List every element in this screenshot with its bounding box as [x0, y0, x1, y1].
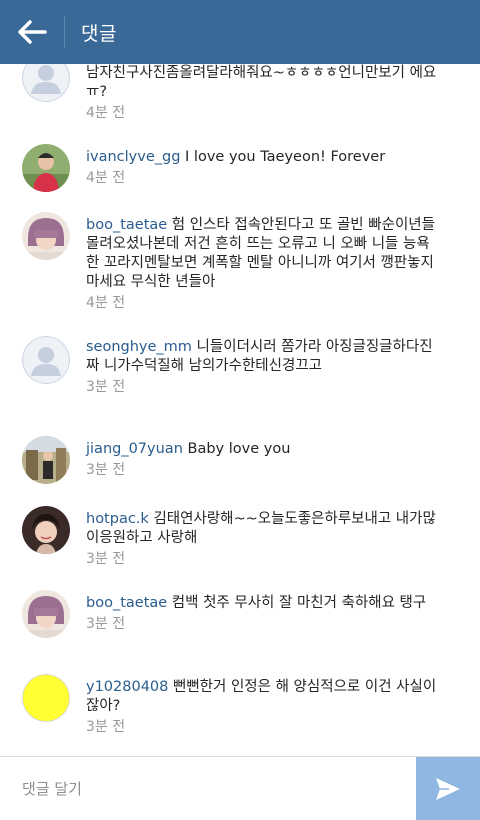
- user-photo-icon: [22, 590, 70, 638]
- comment-list[interactable]: 남자친구사진좀올려달라해줘요~ㅎㅎㅎㅎ언니만보기 에요ㅠ? 4분 전 ivanc…: [0, 64, 480, 756]
- back-arrow-icon: [18, 20, 47, 44]
- avatar[interactable]: [22, 336, 70, 384]
- comment-username[interactable]: boo_taetae: [86, 217, 167, 233]
- comment-message: Baby love you: [187, 441, 291, 457]
- avatar[interactable]: [22, 64, 70, 102]
- comment-time: 3분 전: [86, 551, 126, 567]
- send-button[interactable]: [416, 757, 480, 820]
- comment-time: 4분 전: [86, 295, 126, 311]
- comment-time: 3분 전: [86, 616, 126, 632]
- comment-time: 4분 전: [86, 170, 126, 186]
- comment-input-bar: [0, 756, 480, 820]
- send-icon: [436, 778, 460, 800]
- avatar[interactable]: [22, 144, 70, 192]
- avatar[interactable]: [22, 506, 70, 554]
- default-avatar-icon: [22, 336, 70, 384]
- comment-input[interactable]: [0, 757, 416, 820]
- comment-text: boo_taetae 험 인스타 접속안된다고 또 골빈 빠순이년들 몰려오셨나…: [86, 216, 442, 292]
- yellow-avatar-icon: [22, 674, 70, 722]
- user-photo-icon: [22, 144, 70, 192]
- top-bar: 댓글: [0, 0, 480, 64]
- comment-message: I love you Taeyeon! Forever: [185, 149, 386, 165]
- user-photo-icon: [22, 212, 70, 260]
- comment-username[interactable]: y10280408: [86, 679, 168, 695]
- comment-text: jiang_07yuan Baby love you: [86, 440, 442, 459]
- comment-time: 3분 전: [86, 462, 126, 478]
- avatar[interactable]: [22, 212, 70, 260]
- default-avatar-icon: [22, 64, 70, 102]
- comment-message: 남자친구사진좀올려달라해줘요~ㅎㅎㅎㅎ언니만보기 에요ㅠ?: [86, 65, 437, 100]
- comment-message: 컴백 첫주 무사히 잘 마친거 축하해요 탱구: [171, 595, 427, 611]
- user-photo-icon: [22, 436, 70, 484]
- comment-text: boo_taetae 컴백 첫주 무사히 잘 마친거 축하해요 탱구: [86, 594, 442, 613]
- comment-text: ivanclyve_gg I love you Taeyeon! Forever: [86, 148, 442, 167]
- user-photo-icon: [22, 506, 70, 554]
- page-title: 댓글: [81, 22, 117, 45]
- comment-text: hotpac.k 김태연사랑해~~오늘도좋은하루보내고 내가많이응원하고 사랑해: [86, 510, 442, 548]
- comment-text: 남자친구사진좀올려달라해줘요~ㅎㅎㅎㅎ언니만보기 에요ㅠ?: [86, 64, 442, 102]
- avatar[interactable]: [22, 436, 70, 484]
- comment-username[interactable]: jiang_07yuan: [86, 441, 183, 457]
- comment-text: seonghye_mm 니들이더시러 쫌가라 아징글징글하다진짜 니가수덕질해 …: [86, 338, 442, 376]
- back-button[interactable]: [0, 0, 64, 64]
- comment-text: y10280408 뻔뻔한거 인정은 해 양심적으로 이건 사실이잖아?: [86, 678, 442, 716]
- avatar[interactable]: [22, 674, 70, 722]
- comment-username[interactable]: hotpac.k: [86, 511, 149, 527]
- comment-username[interactable]: seonghye_mm: [86, 339, 192, 355]
- comment-username[interactable]: boo_taetae: [86, 595, 167, 611]
- header-divider: [64, 16, 65, 48]
- avatar[interactable]: [22, 590, 70, 638]
- comment-time: 4분 전: [86, 105, 126, 121]
- comment-username[interactable]: ivanclyve_gg: [86, 149, 180, 165]
- comment-time: 3분 전: [86, 379, 126, 395]
- comment-time: 3분 전: [86, 719, 126, 735]
